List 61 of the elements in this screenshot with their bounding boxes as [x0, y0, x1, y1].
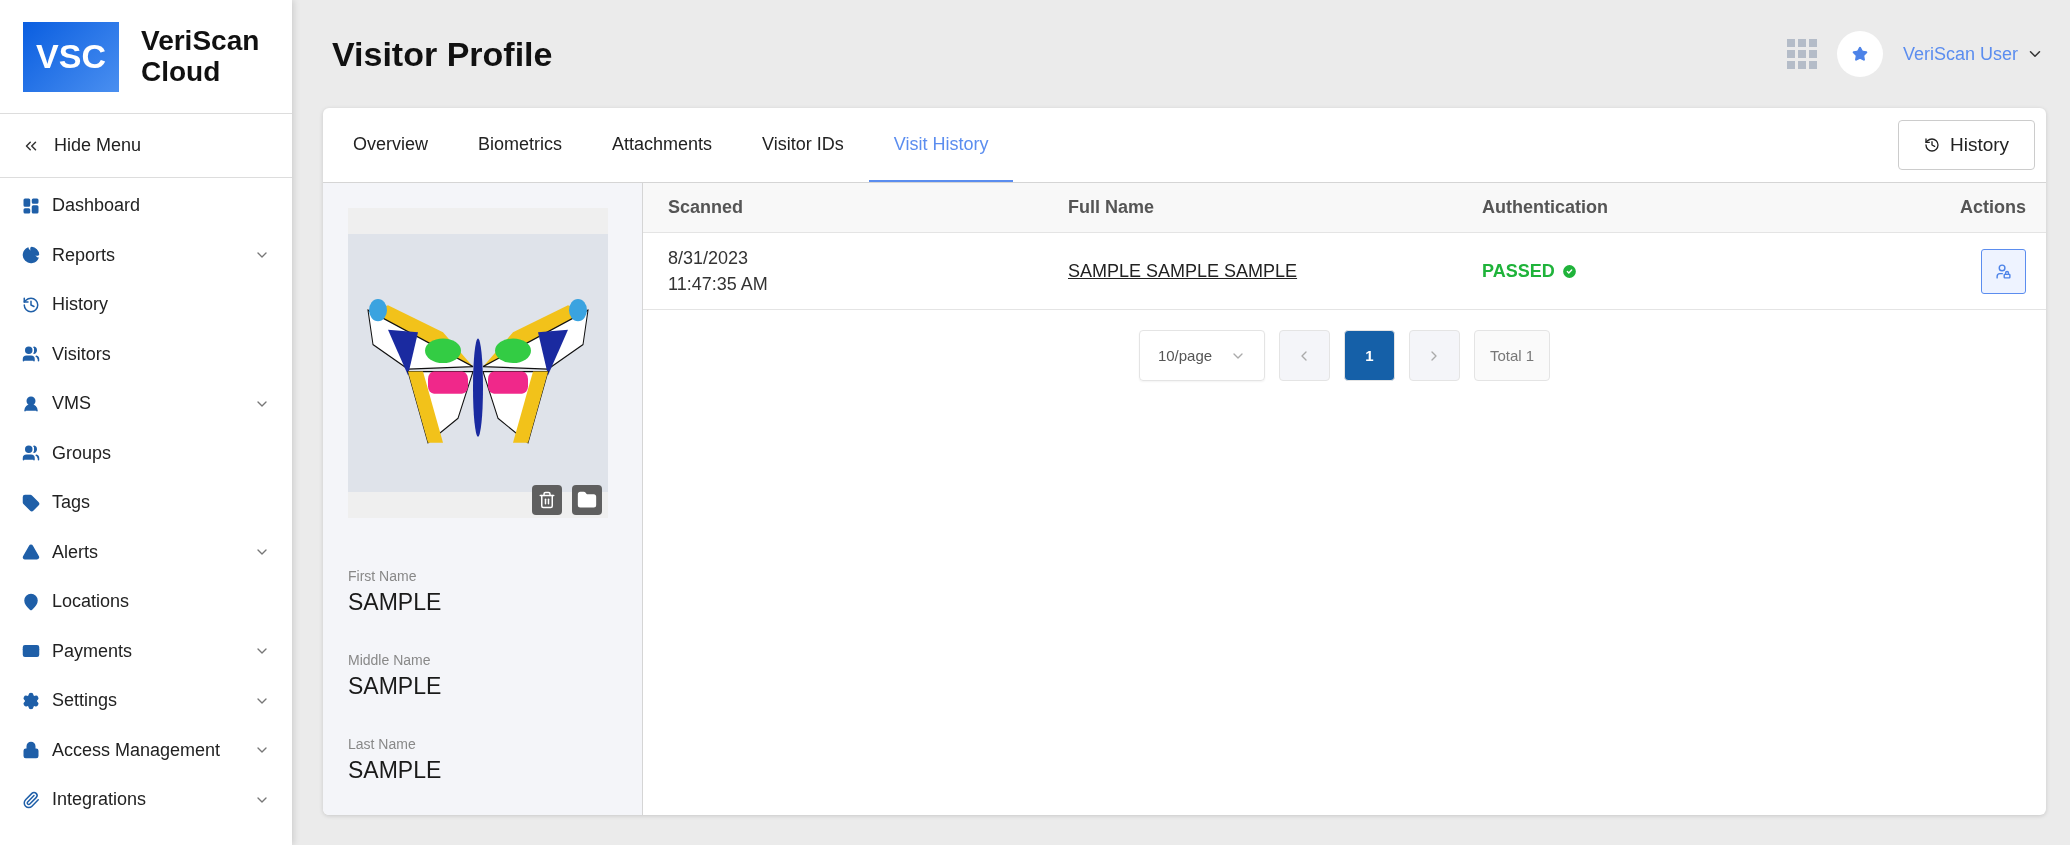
person-icon	[22, 394, 40, 413]
history-button[interactable]: History	[1898, 120, 2035, 170]
menu-item[interactable]: Reports	[0, 230, 292, 280]
page-button[interactable]: 1	[1343, 330, 1395, 381]
column-header: Scanned	[668, 197, 745, 218]
menu-item[interactable]: Groups	[0, 428, 292, 478]
field-value: SAMPLE	[348, 673, 443, 700]
field-value: SAMPLE	[348, 589, 443, 616]
column-header: Authentication	[1482, 197, 1609, 218]
menu-item[interactable]: Visitors	[0, 329, 292, 379]
action-button[interactable]	[1981, 248, 2026, 294]
authentication-status: PASSED	[1482, 260, 1578, 282]
scan-time: 11:47:35 AM	[668, 273, 769, 296]
trash-icon	[538, 491, 556, 509]
folder-icon	[577, 490, 597, 510]
menu-item[interactable]: History	[0, 280, 292, 330]
menu-item[interactable]: Settings	[0, 676, 292, 726]
menu-item[interactable]: VMS	[0, 379, 292, 429]
menu-item[interactable]: Tags	[0, 478, 292, 528]
tab[interactable]: Biometrics	[453, 108, 588, 182]
check-circle-icon	[1560, 262, 1578, 280]
star-icon	[1851, 46, 1868, 62]
dashboard-icon	[22, 196, 40, 215]
column-header: Actions	[1959, 197, 2026, 218]
menu-item[interactable]: Payments	[0, 626, 292, 676]
total-count: Total 1	[1473, 330, 1551, 381]
history-icon	[1923, 137, 1940, 153]
field-value: SAMPLE	[348, 757, 443, 784]
brand-name: VeriScan Cloud	[141, 26, 261, 87]
favorite-button[interactable]	[1836, 31, 1883, 77]
menu-item[interactable]: Dashboard	[0, 181, 292, 231]
page-title: Visitor Profile	[332, 34, 554, 74]
page-size-select[interactable]: 10/page	[1138, 330, 1265, 381]
settings-icon	[22, 691, 40, 710]
field-label: First Name	[348, 568, 418, 584]
warning-icon	[22, 543, 40, 562]
location-pin-icon	[22, 592, 40, 611]
people-icon	[22, 345, 40, 364]
tab[interactable]: Overview	[328, 108, 453, 182]
field-label: Middle Name	[348, 652, 432, 668]
user-lock-icon	[1995, 262, 2012, 280]
menu-item[interactable]: Alerts	[0, 527, 292, 577]
lock-icon	[22, 741, 40, 760]
paperclip-icon	[22, 790, 40, 809]
visitor-name-link[interactable]: SAMPLE SAMPLE SAMPLE	[1068, 260, 1298, 281]
menu-item[interactable]: Locations	[0, 577, 292, 627]
history-icon	[22, 295, 40, 314]
people-icon	[22, 444, 40, 463]
tag-icon	[22, 493, 40, 512]
menu-item[interactable]: Access Management	[0, 725, 292, 775]
logo: VSC	[23, 21, 119, 92]
scan-date: 8/31/2023	[668, 246, 750, 270]
column-header: Full Name	[1068, 197, 1156, 218]
delete-button[interactable]	[532, 485, 562, 515]
menu-item[interactable]: Integrations	[0, 775, 292, 825]
hide-menu-button[interactable]: Hide Menu	[0, 114, 292, 178]
tab[interactable]: Visitor IDs	[737, 108, 869, 182]
folder-button[interactable]	[572, 485, 602, 515]
field-label: Last Name	[348, 736, 417, 752]
tab[interactable]: Attachments	[587, 108, 738, 182]
pie-chart-icon	[22, 246, 40, 265]
